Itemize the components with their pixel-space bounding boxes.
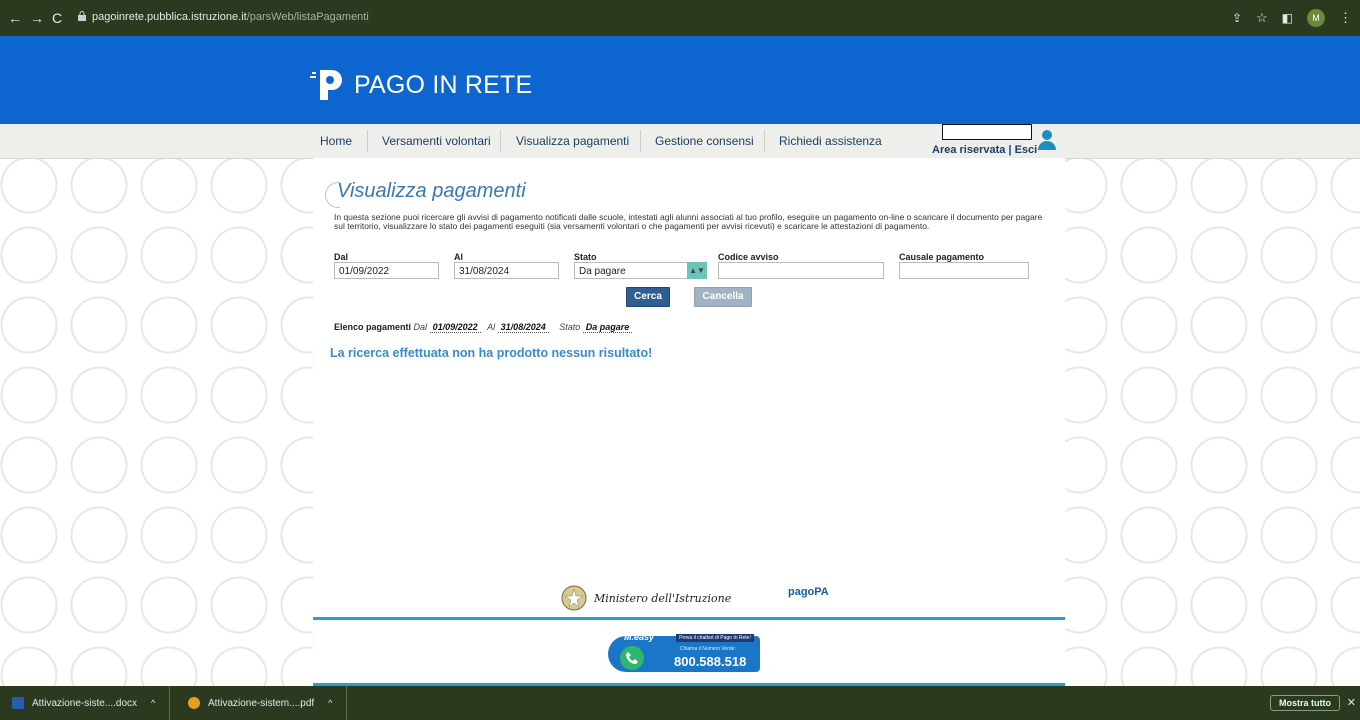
active-filters: Elenco pagamenti Dal 01/09/2022 Al 31/08… [334, 322, 633, 333]
ministry-logo[interactable]: Ministero dell'Istruzione [560, 584, 731, 612]
close-icon[interactable]: ✕ [1347, 696, 1356, 709]
pago-logo-icon [310, 70, 342, 100]
chrome-file-icon [188, 697, 200, 709]
filter-stato-value: Da pagare [582, 322, 633, 333]
meeasy-banner[interactable]: M.easy Prova il chatbot di Pago In Rete!… [608, 630, 768, 675]
profile-avatar[interactable]: M [1307, 9, 1325, 27]
sidepanel-icon[interactable]: ◧ [1282, 11, 1293, 25]
reload-icon[interactable]: C [52, 10, 62, 26]
footer-rule-top [313, 617, 1065, 620]
causale-label: Causale pagamento [899, 252, 985, 262]
elenco-label: Elenco pagamenti [334, 322, 412, 332]
italian-emblem-icon [561, 585, 587, 611]
select-arrows-icon: ▲▼ [687, 262, 707, 279]
lock-icon [78, 11, 86, 21]
stato-select[interactable]: Da pagare ▲▼ [574, 262, 707, 279]
filter-al-label: Al [487, 322, 496, 332]
pago-in-rete-logo[interactable]: PAGO IN RETE [310, 66, 532, 104]
numero-verde-label: Chiama il Numero Verde: [680, 646, 736, 652]
causale-input[interactable] [899, 262, 1029, 279]
dal-input[interactable]: 01/09/2022 [334, 262, 439, 279]
user-icon[interactable] [1038, 130, 1056, 150]
footer-logos: Ministero dell'Istruzione pagoPA [560, 584, 850, 620]
link-separator: | [1005, 144, 1015, 156]
browser-toolbar: ← → C pagoinrete.pubblica.istruzione.it/… [0, 0, 1360, 36]
ministry-name: Ministero dell'Istruzione [594, 591, 732, 605]
esci-link[interactable]: Esci [1015, 144, 1038, 156]
download-bar: Attivazione-siste....docx ^ Attivazione-… [0, 686, 1360, 720]
nav-versamenti-volontari[interactable]: Versamenti volontari [382, 134, 491, 148]
filter-al-value: 31/08/2024 [497, 322, 549, 333]
menu-icon[interactable]: ⋮ [1339, 10, 1352, 26]
filter-stato-label: Stato [559, 322, 581, 332]
download-filename: Attivazione-sistem....pdf [208, 697, 315, 709]
download-item-pdf[interactable]: Attivazione-sistem....pdf ^ [188, 686, 348, 720]
stato-label: Stato [574, 252, 597, 262]
page-title: Visualizza pagamenti [337, 180, 526, 202]
filter-dal-label: Dal [413, 322, 428, 332]
codice-avviso-label: Codice avviso [718, 252, 779, 262]
dal-label: Dal [334, 252, 349, 262]
download-item-docx[interactable]: Attivazione-siste....docx ^ [12, 686, 171, 720]
forward-icon[interactable]: → [30, 10, 44, 26]
download-filename: Attivazione-siste....docx [32, 697, 138, 709]
chevron-up-icon[interactable]: ^ [328, 698, 332, 708]
cerca-button[interactable]: Cerca [626, 287, 670, 307]
docx-file-icon [12, 697, 24, 709]
site-header: PAGO IN RETE [0, 36, 1360, 124]
nav-gestione-consensi[interactable]: Gestione consensi [655, 134, 754, 148]
address-bar[interactable]: pagoinrete.pubblica.istruzione.it/parsWe… [92, 11, 369, 23]
al-input[interactable]: 31/08/2024 [454, 262, 559, 279]
nav-richiedi-assistenza[interactable]: Richiedi assistenza [779, 134, 882, 148]
chevron-up-icon[interactable]: ^ [151, 698, 155, 708]
no-result-message: La ricerca effettuata non ha prodotto ne… [330, 346, 653, 360]
pagopa-logo[interactable]: pagoPA [788, 586, 829, 598]
nav-visualizza-pagamenti[interactable]: Visualizza pagamenti [516, 134, 629, 148]
cancella-button[interactable]: Cancella [694, 287, 752, 307]
nav-home[interactable]: Home [320, 134, 352, 148]
stato-selected: Da pagare [579, 266, 626, 277]
main-nav: Home Versamenti volontari Visualizza pag… [0, 124, 1360, 159]
codice-avviso-input[interactable] [718, 262, 884, 279]
user-name-box [942, 124, 1032, 140]
area-riservata-link[interactable]: Area riservata [932, 144, 1005, 156]
bookmark-star-icon[interactable]: ☆ [1256, 10, 1268, 26]
meeasy-note: Prova il chatbot di Pago In Rete! [676, 634, 754, 642]
filter-dal-value: 01/09/2022 [429, 322, 481, 333]
show-all-button[interactable]: Mostra tutto [1270, 695, 1340, 711]
al-label: Al [454, 252, 463, 262]
user-links: Area riservata | Esci [932, 144, 1037, 156]
back-icon[interactable]: ← [8, 10, 22, 26]
brand-name: PAGO IN RETE [354, 70, 533, 99]
meeasy-label: M.easy [624, 632, 655, 642]
url-host: pagoinrete.pubblica.istruzione.it [92, 11, 247, 23]
page-description: In questa sezione puoi ricercare gli avv… [334, 212, 1043, 231]
numero-verde: 800.588.518 [674, 654, 747, 669]
phone-icon [620, 646, 644, 670]
url-path: /parsWeb/listaPagamenti [246, 11, 369, 23]
share-icon[interactable]: ⇪ [1232, 11, 1242, 25]
